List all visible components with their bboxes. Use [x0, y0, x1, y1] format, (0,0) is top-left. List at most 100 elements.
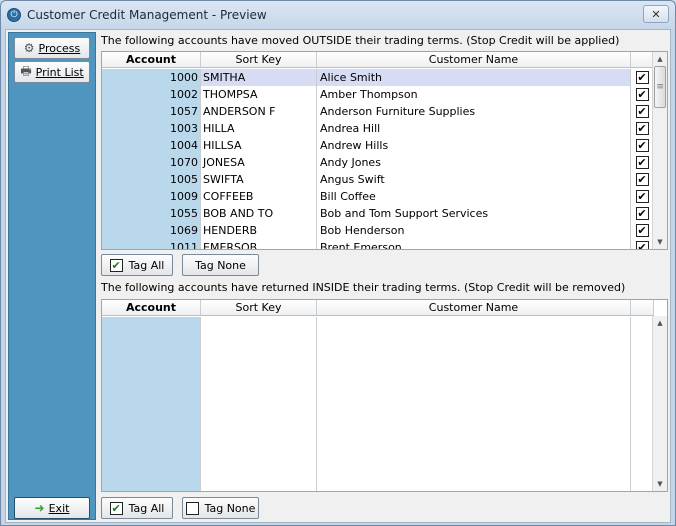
empty-tag-column — [631, 317, 654, 491]
print-list-label: Print List — [35, 65, 84, 79]
tag-checkbox[interactable]: ✔ — [635, 207, 649, 220]
column-header-sort-key[interactable]: Sort Key — [201, 300, 317, 315]
table-row[interactable]: 1005 SWIFTA Angus Swift ✔ — [102, 171, 654, 188]
close-icon: ✕ — [651, 7, 661, 21]
table-row[interactable]: 1004 HILLSA Andrew Hills ✔ — [102, 137, 654, 154]
outside-tag-all-button[interactable]: ✔ Tag All — [101, 254, 173, 276]
inside-tag-none-button[interactable]: Tag None — [182, 497, 259, 519]
account-cell: 1003 — [102, 120, 201, 137]
tag-all-label: Tag All — [128, 501, 165, 515]
table-row[interactable]: 1009 COFFEEB Bill Coffee ✔ — [102, 188, 654, 205]
table-row[interactable]: 1070 JONESA Andy Jones ✔ — [102, 154, 654, 171]
scroll-up-icon[interactable]: ▲ — [653, 52, 667, 66]
tag-cell: ✔ — [631, 154, 654, 171]
print-list-button[interactable]: 🖶 Print List — [14, 61, 90, 83]
table-row[interactable]: 1055 BOB AND TO Bob and Tom Support Servic… — [102, 205, 654, 222]
account-cell: 1070 — [102, 154, 201, 171]
tag-cell: ✔ — [631, 171, 654, 188]
column-header-account[interactable]: Account — [102, 300, 201, 315]
outside-scrollbar[interactable]: ▲ ≡ ▼ — [652, 52, 667, 249]
column-header-sort-key[interactable]: Sort Key — [201, 52, 317, 67]
account-cell: 1069 — [102, 222, 201, 239]
table-row[interactable]: 1003 HILLA Andrea Hill ✔ — [102, 120, 654, 137]
customer-name-cell: Bob Henderson — [317, 222, 631, 239]
column-header-customer-name[interactable]: Customer Name — [317, 300, 631, 315]
unchecked-box-icon — [185, 501, 199, 515]
customer-name-cell: Bob and Tom Support Services — [317, 205, 631, 222]
tag-cell: ✔ — [631, 69, 654, 86]
sort-key-cell: THOMPSA — [201, 86, 317, 103]
tag-checkbox[interactable]: ✔ — [635, 241, 649, 249]
tag-cell: ✔ — [631, 222, 654, 239]
tag-none-label: Tag None — [195, 258, 246, 272]
table-row[interactable]: 1000 SMITHA Alice Smith ✔ — [102, 69, 654, 86]
window-title: Customer Credit Management - Preview — [27, 8, 267, 22]
tag-cell: ✔ — [631, 86, 654, 103]
exit-button[interactable]: ➜ Exit — [14, 497, 90, 519]
inside-tag-all-button[interactable]: ✔ Tag All — [101, 497, 173, 519]
tag-checkbox[interactable]: ✔ — [635, 122, 649, 135]
close-button[interactable]: ✕ — [643, 5, 669, 23]
customer-name-cell: Andrea Hill — [317, 120, 631, 137]
title-bar[interactable]: ⏻ Customer Credit Management - Preview ✕ — [1, 1, 675, 29]
tag-checkbox[interactable]: ✔ — [635, 224, 649, 237]
account-cell: 1004 — [102, 137, 201, 154]
power-icon[interactable]: ⏻ — [7, 8, 21, 22]
account-cell: 1009 — [102, 188, 201, 205]
sort-key-cell: ANDERSON F — [201, 103, 317, 120]
customer-name-cell: Angus Swift — [317, 171, 631, 188]
tag-checkbox[interactable]: ✔ — [635, 139, 649, 152]
account-cell: 1057 — [102, 103, 201, 120]
table-row[interactable]: 1057 ANDERSON F Anderson Furniture Supplie… — [102, 103, 654, 120]
outside-section-label: The following accounts have moved OUTSID… — [101, 34, 620, 47]
tag-cell: ✔ — [631, 120, 654, 137]
scroll-down-icon[interactable]: ▼ — [653, 235, 667, 249]
account-cell: 1000 — [102, 69, 201, 86]
tag-checkbox[interactable]: ✔ — [635, 190, 649, 203]
check-icon: ✔ — [109, 501, 123, 515]
tag-checkbox[interactable]: ✔ — [635, 105, 649, 118]
column-header-customer-name[interactable]: Customer Name — [317, 52, 631, 67]
tag-checkbox[interactable]: ✔ — [635, 173, 649, 186]
customer-name-cell: Andrew Hills — [317, 137, 631, 154]
column-header-tag — [631, 52, 654, 67]
table-row[interactable]: 1002 THOMPSA Amber Thompson ✔ — [102, 86, 654, 103]
tag-checkbox[interactable]: ✔ — [635, 88, 649, 101]
scroll-up-icon[interactable]: ▲ — [653, 316, 667, 330]
tag-cell: ✔ — [631, 188, 654, 205]
tag-checkbox[interactable]: ✔ — [635, 71, 649, 84]
sort-key-cell: JONESA — [201, 154, 317, 171]
outside-accounts-grid[interactable]: Account Sort Key Customer Name 1000 SMITH… — [101, 51, 668, 250]
tag-checkbox[interactable]: ✔ — [635, 156, 649, 169]
check-icon: ✔ — [109, 258, 123, 272]
inside-accounts-grid[interactable]: Account Sort Key Customer Name ▲ ▼ — [101, 299, 668, 492]
inside-scrollbar[interactable]: ▲ ▼ — [652, 316, 667, 491]
customer-name-cell: Amber Thompson — [317, 86, 631, 103]
grid-header: Account Sort Key Customer Name — [102, 52, 654, 68]
sort-key-cell: HILLA — [201, 120, 317, 137]
sort-key-cell: EMERSOB — [201, 239, 317, 249]
sort-key-cell: SWIFTA — [201, 171, 317, 188]
column-header-account[interactable]: Account — [102, 52, 201, 67]
inside-section-label: The following accounts have returned INS… — [101, 281, 626, 294]
account-cell: 1055 — [102, 205, 201, 222]
sidebar: ⚙ Process 🖶 Print List ➜ Exit — [8, 32, 96, 520]
outside-tag-none-button[interactable]: Tag None — [182, 254, 259, 276]
empty-account-column — [102, 317, 201, 491]
column-header-tag — [631, 300, 654, 315]
scroll-thumb[interactable]: ≡ — [654, 66, 666, 108]
gear-icon: ⚙ — [23, 41, 35, 55]
table-row[interactable]: 1011 EMERSOB Brent Emerson ✔ — [102, 239, 654, 249]
tag-cell: ✔ — [631, 103, 654, 120]
tag-cell: ✔ — [631, 205, 654, 222]
outside-rows: 1000 SMITHA Alice Smith ✔ 1002 THOMPSA Amber T… — [102, 69, 654, 249]
customer-name-cell: Bill Coffee — [317, 188, 631, 205]
process-button[interactable]: ⚙ Process — [14, 37, 90, 59]
sort-key-cell: HENDERB — [201, 222, 317, 239]
empty-sort-key-column — [201, 317, 317, 491]
grid-header: Account Sort Key Customer Name — [102, 300, 654, 316]
scroll-down-icon[interactable]: ▼ — [653, 477, 667, 491]
app-window: ⏻ Customer Credit Management - Preview ✕… — [0, 0, 676, 526]
tag-all-label: Tag All — [128, 258, 165, 272]
table-row[interactable]: 1069 HENDERB Bob Henderson ✔ — [102, 222, 654, 239]
